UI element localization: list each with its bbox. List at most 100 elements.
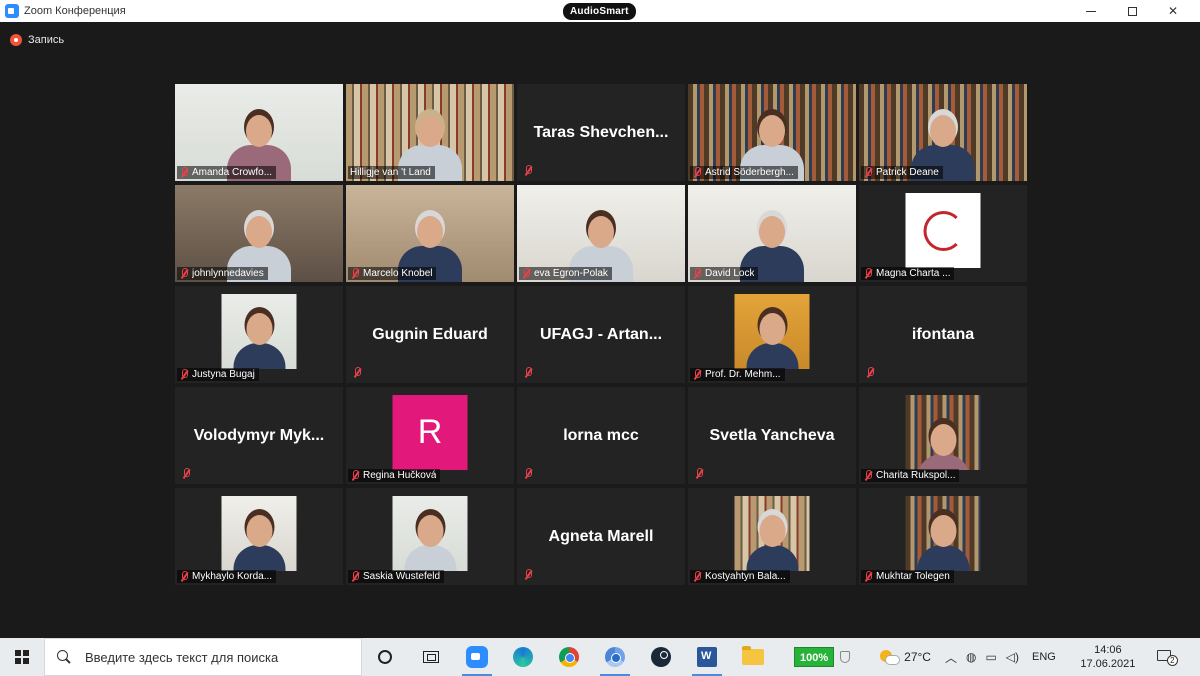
mic-muted-icon <box>352 367 362 378</box>
participant-label: Hilligje van 't Land <box>348 166 435 179</box>
mic-muted-icon <box>863 268 873 279</box>
participant-name: eva Egron-Polak <box>534 268 608 279</box>
participant-tile[interactable]: Prof. Dr. Mehm... <box>688 286 856 383</box>
participant-label: Kostyahtyn Bala... <box>690 570 790 583</box>
battery-icon[interactable]: ▭ <box>985 650 996 664</box>
participant-tile[interactable]: Volodymyr Myk... <box>175 387 343 484</box>
participant-name: David Lock <box>705 268 755 279</box>
participant-tile[interactable]: Kostyahtyn Bala... <box>688 488 856 585</box>
windows-logo-icon <box>15 650 29 664</box>
participant-label: Mukhtar Tolegen <box>861 570 954 583</box>
taskbar-file-explorer[interactable] <box>730 638 776 676</box>
participant-tile[interactable]: eva Egron-Polak <box>517 185 685 282</box>
audiosmart-badge[interactable]: AudioSmart <box>563 3 636 20</box>
mic-muted-icon <box>523 468 533 479</box>
minimize-icon <box>1086 10 1096 12</box>
participant-name: Mukhtar Tolegen <box>876 571 950 582</box>
taskbar-edge[interactable] <box>500 638 546 676</box>
task-view-button[interactable] <box>408 638 454 676</box>
participant-tile-active-speaker[interactable]: Hilligje van 't Land <box>346 84 514 181</box>
windows-taskbar: Введите здесь текст для поиска 100% 27°C… <box>0 638 1200 676</box>
participant-tile[interactable]: Magna Charta ... <box>859 185 1027 282</box>
minimize-button[interactable] <box>1071 0 1111 22</box>
mic-muted-icon <box>179 571 189 582</box>
participant-name: Hilligje van 't Land <box>350 167 431 178</box>
participant-tile[interactable]: UFAGJ - Artan... <box>517 286 685 383</box>
participant-tile[interactable]: johnlynnedavies <box>175 185 343 282</box>
participant-video <box>221 496 297 571</box>
participant-name: Patrick Deane <box>876 167 939 178</box>
clock-time: 14:06 <box>1094 644 1122 656</box>
participant-name: Marcelo Knobel <box>363 268 433 279</box>
partly-cloudy-icon <box>880 650 901 665</box>
folder-icon <box>742 646 764 665</box>
network-icon[interactable]: ◍ <box>966 650 976 664</box>
taskbar-search[interactable]: Введите здесь текст для поиска <box>44 638 362 676</box>
participant-label: Amanda Crowfo... <box>177 166 277 179</box>
participant-tile[interactable]: Marcelo Knobel <box>346 185 514 282</box>
participant-label: Patrick Deane <box>861 166 943 179</box>
participant-tile[interactable]: David Lock <box>688 185 856 282</box>
record-icon <box>10 34 22 46</box>
participant-name: Regina Hučková <box>363 470 437 481</box>
participant-tile[interactable]: Saskia Wustefeld <box>346 488 514 585</box>
participant-tile[interactable]: Charita Rukspol... <box>859 387 1027 484</box>
participant-label: Mykhaylo Korda... <box>177 570 277 583</box>
edge-icon <box>513 647 533 667</box>
participant-tile[interactable]: Astrid Söderbergh... <box>688 84 856 181</box>
mic-muted-icon <box>692 167 702 178</box>
mic-muted-icon <box>692 571 702 582</box>
participant-tile[interactable]: ifontana <box>859 286 1027 383</box>
participant-tile[interactable]: Mykhaylo Korda... <box>175 488 343 585</box>
participant-label: Astrid Söderbergh... <box>690 166 798 179</box>
battery-indicator[interactable]: 100% <box>794 647 835 667</box>
participant-tile[interactable]: Svetla Yancheva <box>688 387 856 484</box>
taskbar-chrome[interactable] <box>546 638 592 676</box>
avatar: R <box>392 395 468 470</box>
participant-name: Justyna Bugaj <box>192 369 255 380</box>
chrome-icon <box>559 647 579 667</box>
participant-tile[interactable]: Taras Shevchen... <box>517 84 685 181</box>
cortana-button[interactable] <box>362 638 408 676</box>
taskbar-clock[interactable]: 14:06 17.06.2021 <box>1076 643 1140 671</box>
taskbar-word[interactable] <box>684 638 730 676</box>
participant-video <box>392 496 468 571</box>
weather-widget[interactable]: 27°C <box>880 650 931 665</box>
taskbar-zoom[interactable] <box>454 638 500 676</box>
taskbar-steam[interactable] <box>638 638 684 676</box>
participant-tile[interactable]: lorna mcc <box>517 387 685 484</box>
input-language[interactable]: ENG <box>1032 651 1056 663</box>
participant-tile[interactable]: Amanda Crowfo... <box>175 84 343 181</box>
shield-icon[interactable] <box>840 651 851 663</box>
chevron-up-icon[interactable]: ︿ <box>945 649 957 666</box>
participant-tile[interactable]: Agneta Marell <box>517 488 685 585</box>
participant-label: Marcelo Knobel <box>348 267 437 280</box>
participant-tile[interactable]: Patrick Deane <box>859 84 1027 181</box>
meeting-area: Запись Amanda Crowfo... Hilligje van 't … <box>0 22 1200 638</box>
mic-muted-icon <box>179 268 189 279</box>
participant-label: eva Egron-Polak <box>519 267 612 280</box>
word-icon <box>697 647 717 667</box>
close-button[interactable]: ✕ <box>1153 0 1193 22</box>
recording-label: Запись <box>28 34 65 46</box>
participant-tile[interactable]: Mukhtar Tolegen <box>859 488 1027 585</box>
participant-name: Saskia Wustefeld <box>363 571 441 582</box>
volume-icon[interactable]: ◁) <box>1006 650 1019 664</box>
participant-tile[interactable]: Justyna Bugaj <box>175 286 343 383</box>
task-view-icon <box>423 651 439 663</box>
recording-indicator[interactable]: Запись <box>10 34 64 46</box>
start-button[interactable] <box>0 638 44 676</box>
taskbar-chrome-alt[interactable] <box>592 638 638 676</box>
participant-name: johnlynnedavies <box>192 268 264 279</box>
participant-label: David Lock <box>690 267 759 280</box>
participant-tile[interactable]: R Regina Hučková <box>346 387 514 484</box>
mic-muted-icon <box>694 468 704 479</box>
mic-muted-icon <box>521 268 531 279</box>
participant-display-name: UFAGJ - Artan... <box>539 325 663 343</box>
mic-muted-icon <box>179 167 189 178</box>
maximize-button[interactable] <box>1112 0 1152 22</box>
participant-video <box>734 294 810 369</box>
notifications-button[interactable]: 2 <box>1156 648 1178 666</box>
participant-display-name: Volodymyr Myk... <box>193 426 325 444</box>
participant-tile[interactable]: Gugnin Eduard <box>346 286 514 383</box>
